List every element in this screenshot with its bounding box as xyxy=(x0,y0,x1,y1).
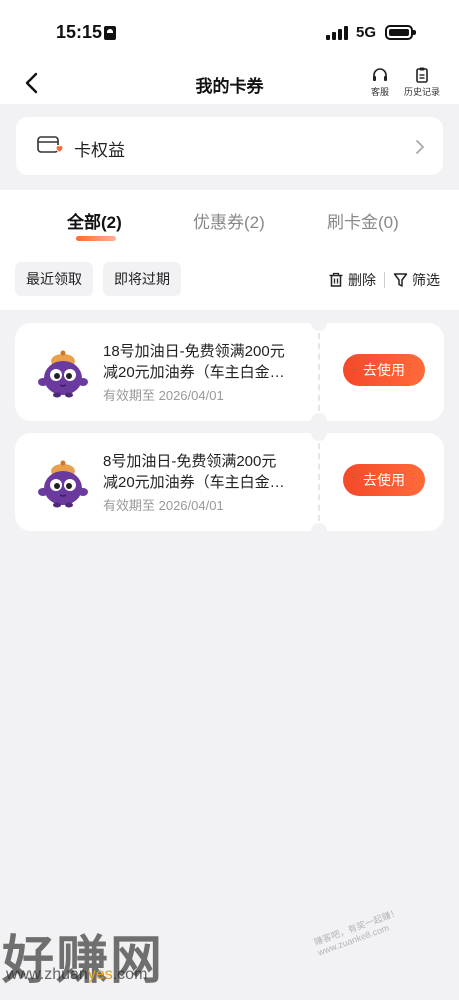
history-button[interactable]: 历史记录 xyxy=(400,66,444,98)
coupon-card: 18号加油日-免费领满200元 减20元加油券（车主白金… 有效期至 2026/… xyxy=(15,315,444,429)
status-bar: 15:15 5G xyxy=(0,0,459,62)
coupon-title: 18号加油日-免费领满200元 减20元加油券（车主白金… xyxy=(103,341,315,383)
filter-label: 筛选 xyxy=(412,272,440,288)
sort-expiring-button[interactable]: 即将过期 xyxy=(103,262,181,296)
toolbar-divider xyxy=(384,272,385,288)
lock-icon xyxy=(104,26,116,40)
card-benefits-entry[interactable]: 卡权益 xyxy=(16,117,443,175)
network-label: 5G xyxy=(356,24,377,41)
coupon-title-line-2: 减20元加油券（车主白金… xyxy=(103,364,285,381)
tabs-panel: 全部(2) 优惠券(2) 刷卡金(0) 最近领取 即将过期 删除 筛选 xyxy=(0,190,459,310)
customer-service-button[interactable]: 客服 xyxy=(358,66,402,98)
nav-bar: 我的卡券 客服 历史记录 xyxy=(0,62,459,104)
funnel-icon xyxy=(393,273,408,287)
customer-service-label: 客服 xyxy=(370,87,389,97)
tab-coupons[interactable]: 优惠券(2) xyxy=(193,208,265,233)
signal-icon xyxy=(326,26,348,40)
watermark-url-suffix: .com xyxy=(112,966,148,983)
sort-recent-button[interactable]: 最近领取 xyxy=(15,262,93,296)
coupon-title: 8号加油日-免费领满200元 减20元加油券（车主白金… xyxy=(103,451,315,493)
coupon-title-line-1: 18号加油日-免费领满200元 xyxy=(103,343,285,360)
use-coupon-button[interactable]: 去使用 xyxy=(343,354,425,386)
coupon-card: 8号加油日-免费领满200元 减20元加油券（车主白金… 有效期至 2026/0… xyxy=(15,425,444,539)
use-coupon-button[interactable]: 去使用 xyxy=(343,464,425,496)
watermark-url-part: www.zhuan xyxy=(6,966,88,983)
coupon-title-line-1: 8号加油日-免费领满200元 xyxy=(103,453,277,470)
chevron-right-icon xyxy=(416,140,425,154)
card-heart-icon xyxy=(37,136,64,154)
headset-icon xyxy=(373,68,387,81)
watermark-slogan: 赚客吧，有奖一起赚！www.zuanke8.com xyxy=(312,907,401,958)
clipboard-icon xyxy=(416,67,428,83)
coupon-title-line-2: 减20元加油券（车主白金… xyxy=(103,474,285,491)
delete-label: 删除 xyxy=(348,272,376,288)
battery-icon xyxy=(385,25,416,40)
active-tab-indicator xyxy=(76,236,116,241)
card-benefits-label: 卡权益 xyxy=(74,141,125,160)
watermark-url-highlight: yes xyxy=(87,966,113,983)
mascot-icon xyxy=(38,350,88,398)
tab-card-credit[interactable]: 刷卡金(0) xyxy=(327,208,399,233)
status-time: 15:15 xyxy=(56,22,103,42)
filter-button[interactable]: 筛选 xyxy=(393,270,440,290)
watermark-url: www.zhuanyes.com xyxy=(6,966,147,984)
delete-button[interactable]: 删除 xyxy=(328,270,376,290)
trash-icon xyxy=(329,272,343,287)
tab-all[interactable]: 全部(2) xyxy=(67,208,122,233)
mascot-icon xyxy=(38,460,88,508)
coupon-expiry: 有效期至 2026/04/01 xyxy=(103,388,224,403)
history-label: 历史记录 xyxy=(403,87,440,97)
coupon-expiry: 有效期至 2026/04/01 xyxy=(103,498,224,513)
